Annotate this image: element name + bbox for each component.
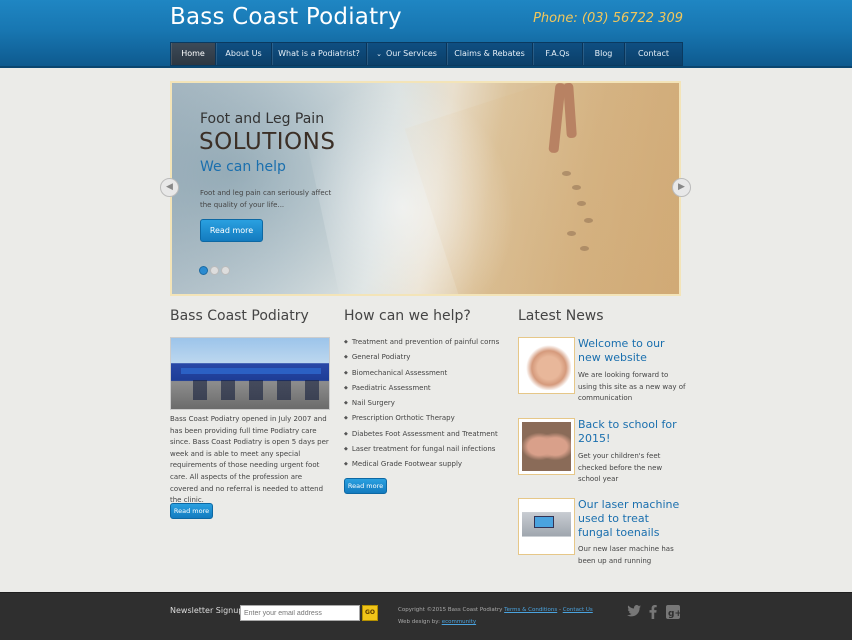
news-item: Back to school for 2015! Get your childr… [518, 418, 683, 488]
slider-dots [199, 266, 230, 275]
credit-label: Web design by: [398, 619, 440, 625]
list-item: Prescription Orthotic Therapy [344, 412, 504, 427]
credit-link[interactable]: ecommunity [442, 619, 476, 625]
news-title: Latest News [518, 308, 604, 324]
site-header: Bass Coast Podiatry Phone: (03) 56722 30… [0, 0, 852, 68]
nav-home[interactable]: Home [171, 43, 216, 65]
terms-link[interactable]: Terms & Conditions [504, 607, 557, 613]
nav-claims-rebates[interactable]: Claims & Rebates [447, 43, 533, 65]
nav-faqs[interactable]: F.A.Qs [533, 43, 583, 65]
nav-what-is-a-podiatrist[interactable]: What is a Podiatrist? [272, 43, 367, 65]
news-item: Welcome to our new website We are lookin… [518, 337, 686, 407]
slider-dot-2[interactable] [210, 266, 219, 275]
slider-dot-3[interactable] [221, 266, 230, 275]
about-text: Bass Coast Podiatry opened in July 2007 … [170, 415, 329, 505]
list-item: General Podiatry [344, 351, 504, 366]
svg-text:g+: g+ [668, 609, 680, 619]
list-item: Laser treatment for fungal nail infectio… [344, 443, 504, 458]
slider-prev-arrow-icon[interactable]: ◀ [160, 178, 179, 197]
slider-dot-1[interactable] [199, 266, 208, 275]
nav-contact[interactable]: Contact [625, 43, 682, 65]
site-footer: Newsletter Signup GO Copyright ©2015 Bas… [0, 592, 852, 640]
news-title-link[interactable]: Back to school for 2015! [578, 418, 686, 446]
phone-number: Phone: (03) 56722 309 [533, 11, 683, 26]
facebook-icon[interactable] [649, 605, 657, 623]
about-title: Bass Coast Podiatry [170, 308, 309, 324]
web-design-credit: Web design by: ecommunity [398, 619, 476, 625]
list-item: Treatment and prevention of painful corn… [344, 336, 504, 351]
list-item: Diabetes Foot Assessment and Treatment [344, 428, 504, 443]
contact-us-link[interactable]: Contact Us [563, 607, 593, 613]
about-read-more-button[interactable]: Read more [170, 503, 213, 519]
news-item: Our laser machine used to treat fungal t… [518, 498, 683, 568]
main-nav: Home About Us What is a Podiatrist? ⌄ Our… [170, 42, 683, 66]
hero-slider: Foot and Leg Pain SOLUTIONS We can help … [170, 81, 681, 296]
slide-title: SOLUTIONS [199, 129, 336, 155]
newsletter-label: Newsletter Signup [170, 606, 244, 615]
slide-subtitle: We can help [200, 159, 286, 175]
twitter-icon[interactable] [627, 605, 641, 621]
slide-pre-title: Foot and Leg Pain [200, 111, 325, 127]
slider-next-arrow-icon[interactable]: ▶ [672, 178, 691, 197]
google-plus-icon[interactable]: g+ [666, 605, 682, 623]
newsletter-go-button[interactable]: GO [362, 605, 378, 621]
copyright-line: Copyright ©2015 Bass Coast Podiatry Term… [398, 607, 593, 613]
nav-our-services[interactable]: ⌄ Our Services [367, 43, 447, 65]
news-text: Our new laser machine has been up and ru… [578, 545, 674, 565]
nav-blog[interactable]: Blog [583, 43, 625, 65]
list-item: Biomechanical Assessment [344, 367, 504, 382]
services-list: Treatment and prevention of painful corn… [344, 336, 504, 474]
chevron-down-icon: ⌄ [376, 50, 382, 58]
slide-read-more-button[interactable]: Read more [200, 219, 263, 242]
copyright-text: Copyright ©2015 Bass Coast Podiatry [398, 607, 503, 613]
newsletter-email-input[interactable] [240, 605, 360, 621]
nav-our-services-label: Our Services [385, 49, 437, 58]
slide-description: Foot and leg pain can seriously affect t… [200, 189, 332, 209]
laser-machine-thumbnail[interactable] [518, 498, 575, 555]
nav-about-us[interactable]: About Us [216, 43, 272, 65]
list-item: Medical Grade Footwear supply [344, 458, 504, 473]
news-title-link[interactable]: Our laser machine used to treat fungal t… [578, 498, 686, 540]
news-title-link[interactable]: Welcome to our new website [578, 337, 686, 365]
list-item: Paediatric Assessment [344, 382, 504, 397]
news-text: Get your children's feet checked before … [578, 452, 663, 483]
foot-thumbnail[interactable] [518, 337, 575, 394]
help-title: How can we help? [344, 308, 471, 324]
clinic-photo [170, 337, 330, 410]
list-item: Nail Surgery [344, 397, 504, 412]
site-title[interactable]: Bass Coast Podiatry [170, 4, 402, 30]
help-read-more-button[interactable]: Read more [344, 478, 387, 494]
news-text: We are looking forward to using this sit… [578, 371, 686, 402]
baby-feet-thumbnail[interactable] [518, 418, 575, 475]
